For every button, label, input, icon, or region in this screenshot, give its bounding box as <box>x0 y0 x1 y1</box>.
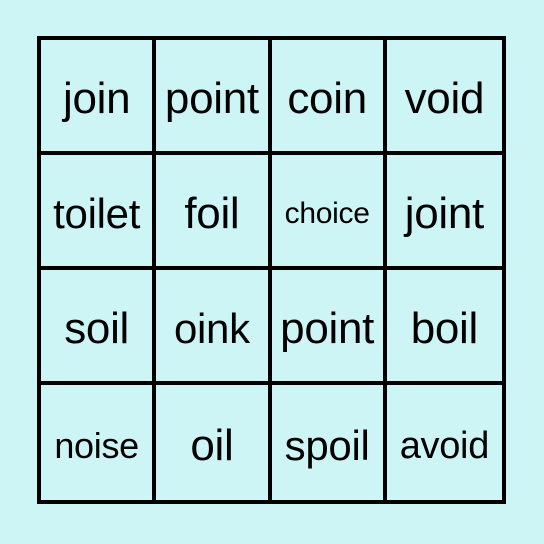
bingo-card-grid: join point coin void toilet foil choice joint so… <box>37 36 506 504</box>
bingo-cell-word: soil <box>64 303 130 353</box>
bingo-cell-word: oink <box>173 304 250 352</box>
bingo-cell-word: foil <box>184 188 240 238</box>
bingo-cell-word: joint <box>404 188 485 238</box>
bingo-cell-word: noise <box>54 424 139 466</box>
bingo-cell-word: avoid <box>399 424 490 467</box>
bingo-cell-word: void <box>404 73 485 123</box>
bingo-cell[interactable]: foil <box>156 155 272 270</box>
bingo-cell-word: oil <box>190 420 234 470</box>
bingo-cell[interactable]: noise <box>41 385 157 500</box>
bingo-cell-word: toilet <box>53 189 141 237</box>
bingo-cell-word: spoil <box>284 421 370 469</box>
bingo-cell-word: coin <box>287 73 367 123</box>
bingo-cell[interactable]: choice <box>271 155 387 270</box>
bingo-cell[interactable]: soil <box>41 270 157 385</box>
bingo-cell[interactable]: boil <box>386 270 502 385</box>
bingo-cell-word: point <box>164 73 259 123</box>
bingo-cell[interactable]: avoid <box>386 385 502 500</box>
bingo-cell[interactable]: point <box>271 270 387 385</box>
bingo-cell[interactable]: spoil <box>271 385 387 500</box>
bingo-cell-word: point <box>280 303 375 353</box>
bingo-cell-word: choice <box>284 196 370 230</box>
bingo-cell[interactable]: void <box>386 40 502 155</box>
bingo-cell-word: join <box>62 73 131 123</box>
bingo-cell[interactable]: oink <box>156 270 272 385</box>
bingo-cell[interactable]: joint <box>386 155 502 270</box>
bingo-cell[interactable]: toilet <box>41 155 157 270</box>
bingo-cell-word: boil <box>410 303 479 353</box>
bingo-cell[interactable]: join <box>41 40 157 155</box>
bingo-cell[interactable]: coin <box>271 40 387 155</box>
bingo-cell[interactable]: point <box>156 40 272 155</box>
bingo-cell[interactable]: oil <box>156 385 272 500</box>
